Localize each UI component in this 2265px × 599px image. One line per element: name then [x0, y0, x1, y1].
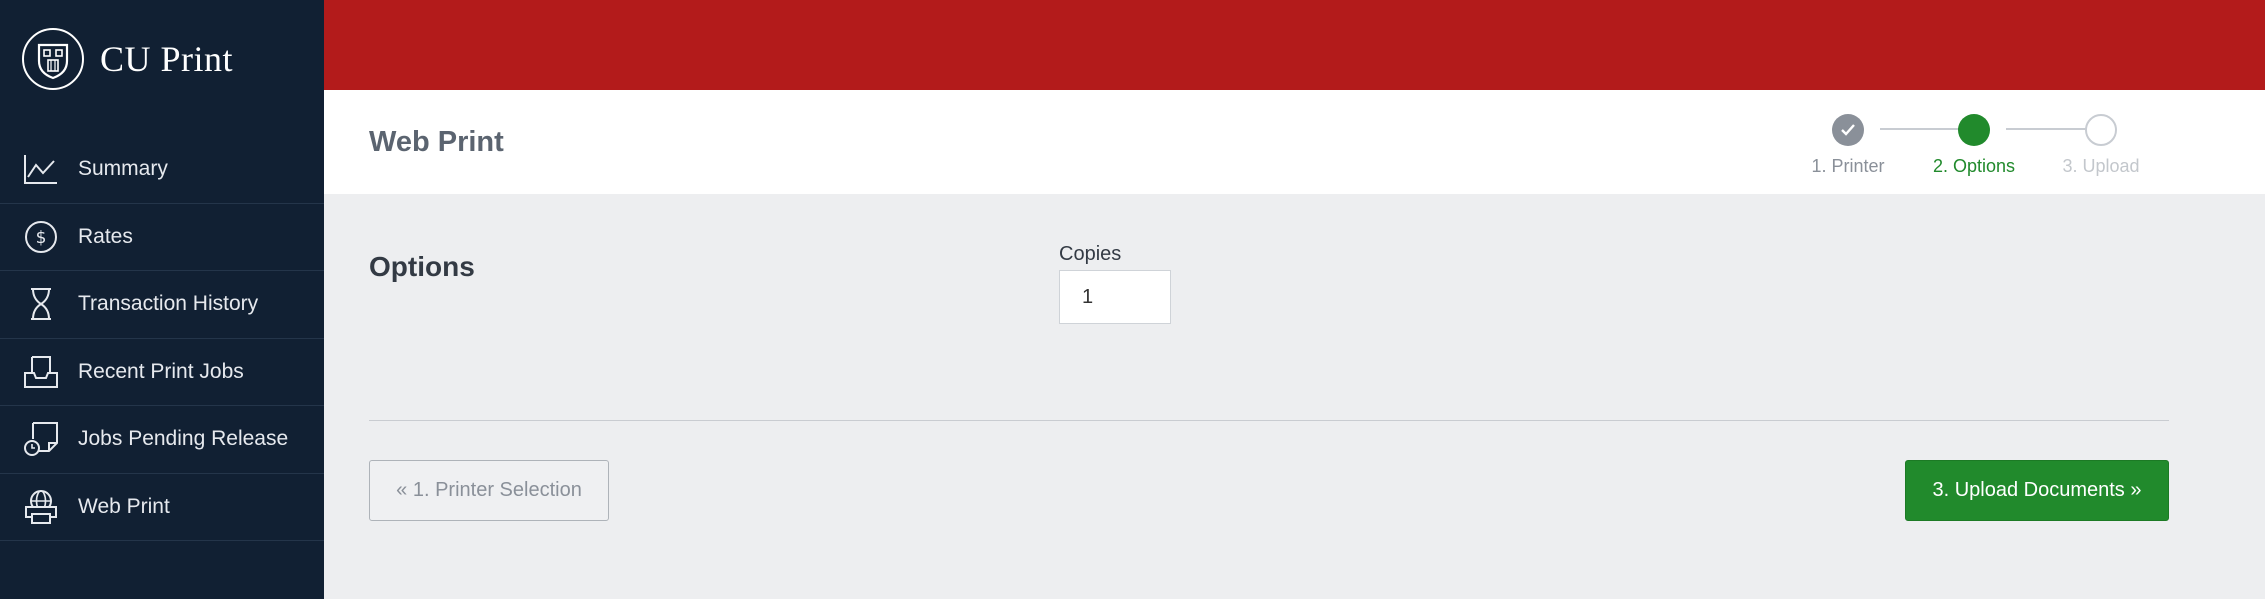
sidebar-item-label: Transaction History: [78, 292, 259, 316]
sidebar: CU Print Summary $ Rates Transaction His…: [0, 0, 324, 599]
top-banner: [324, 0, 2265, 90]
step-connector: [1880, 128, 1962, 130]
step-active-indicator: [1958, 114, 1990, 146]
sidebar-item-rates[interactable]: $ Rates: [0, 204, 324, 271]
checkmark-icon: [1841, 124, 1855, 136]
step-pending-indicator: [2085, 114, 2117, 146]
sidebar-item-jobs-pending-release[interactable]: Jobs Pending Release: [0, 406, 324, 474]
step-label-upload: 3. Upload: [2062, 156, 2140, 176]
progress-stepper: 1. Printer 2. Options 3. Upload: [1811, 114, 2214, 184]
page-header: Web Print 1. Printer 2. Options 3. Uploa…: [324, 90, 2265, 194]
options-section-title: Options: [369, 251, 475, 282]
copies-input[interactable]: [1059, 270, 1171, 324]
brand[interactable]: CU Print: [22, 28, 233, 90]
svg-text:$: $: [36, 228, 47, 248]
sidebar-item-recent-print-jobs[interactable]: Recent Print Jobs: [0, 339, 324, 406]
hourglass-icon: [22, 285, 60, 323]
sidebar-item-transaction-history[interactable]: Transaction History: [0, 271, 324, 339]
tray-icon: [22, 353, 60, 391]
step-label-printer: 1. Printer: [1811, 156, 1885, 176]
sidebar-item-label: Web Print: [78, 494, 170, 518]
sidebar-item-label: Recent Print Jobs: [78, 359, 244, 383]
dollar-circle-icon: $: [22, 218, 60, 256]
back-button[interactable]: « 1. Printer Selection: [369, 460, 609, 521]
page-title: Web Print: [369, 126, 504, 158]
sidebar-item-label: Summary: [78, 157, 168, 181]
sidebar-item-web-print[interactable]: Web Print: [0, 474, 324, 541]
step-connector: [2006, 128, 2089, 130]
chart-line-icon: [22, 150, 60, 188]
sidebar-item-label: Jobs Pending Release: [78, 427, 289, 451]
sidebar-item-summary[interactable]: Summary: [0, 136, 324, 204]
step-label-options: 2. Options: [1932, 156, 2016, 176]
document-clock-icon: [22, 420, 60, 458]
divider: [369, 420, 2169, 421]
app-name: CU Print: [100, 39, 234, 79]
web-print-icon: [22, 488, 60, 526]
upload-documents-button[interactable]: 3. Upload Documents »: [1905, 460, 2169, 521]
sidebar-item-label: Rates: [78, 224, 133, 248]
step-complete-indicator: [1832, 114, 1864, 146]
cornell-seal-icon: [22, 28, 84, 90]
sidebar-nav: Summary $ Rates Transaction History Rece…: [0, 136, 324, 541]
copies-label: Copies: [1059, 243, 1122, 265]
